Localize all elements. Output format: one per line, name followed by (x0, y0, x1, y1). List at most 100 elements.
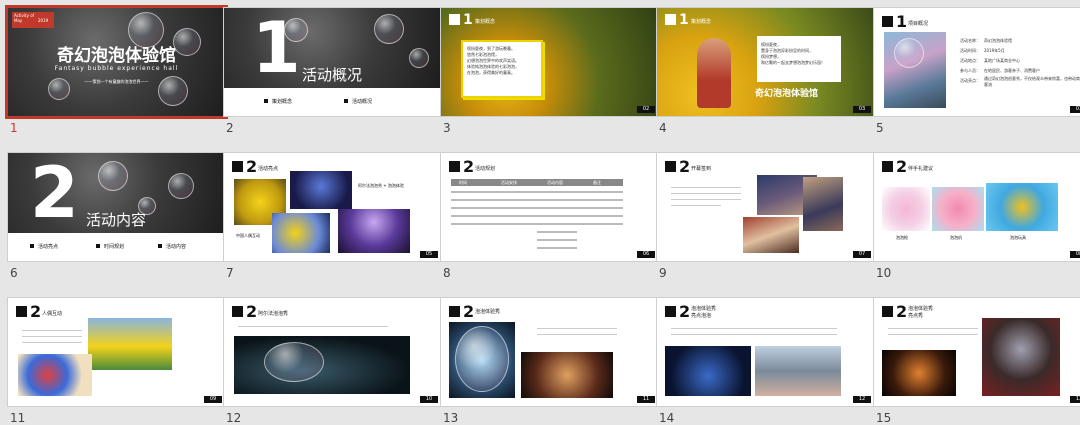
slide-sublabel: 亮点泡泡 (691, 313, 712, 319)
slide-thumbnail-7[interactable]: 2 活动亮点 中国人偶互动 阿尔法泡泡秀 + 泡泡体验 05 7 (224, 153, 441, 291)
text-line: 在泡泡，获得美好的童真。 (467, 70, 515, 75)
photo-caption: 泡泡玩具 (1010, 235, 1026, 240)
field-value: 2019年5月 (984, 48, 1005, 53)
corner-year: 2019 (38, 18, 49, 23)
slide-6-canvas[interactable]: 2 活动内容 活动亮点 时间规划 活动内容 (8, 153, 225, 261)
field-value: 某地广场某商业中心 (984, 58, 1020, 63)
slide-thumbnail-13[interactable]: 2 泡泡体验秀 11 13 (441, 298, 658, 425)
field-label: 参与人员： (960, 68, 980, 73)
slide-11-canvas[interactable]: 2 人偶互动 09 (8, 298, 225, 406)
page-tag: 12 (853, 396, 871, 403)
slide-label: 活动规划 (475, 166, 496, 172)
section-number: 2 (246, 302, 258, 321)
slide-thumbnail-8[interactable]: 2 活动规划 时间 活动安排 活动内容 备注 06 8 (441, 153, 658, 291)
slide-thumbnail-11[interactable]: 2 人偶互动 09 11 (8, 298, 225, 425)
slide-number: 15 (876, 411, 892, 425)
slide-label: 泡泡体验秀 (475, 309, 501, 315)
slide-thumbnail-12[interactable]: 2 阿尔法泡泡秀 10 12 (224, 298, 441, 425)
slide-number: 10 (876, 266, 892, 280)
agenda-item: 策划概念 (272, 99, 293, 105)
section-number: 1 (679, 12, 689, 28)
agenda-item: 活动亮点 (38, 244, 59, 250)
slide-number: 8 (443, 266, 451, 280)
brand-title: 奇幻泡泡体验馆 (755, 89, 819, 99)
slide-thumbnail-14[interactable]: 2 泡泡体验秀 亮点泡泡 12 14 (657, 298, 874, 425)
slide-thumbnail-2[interactable]: 1 活动概况 策划概念 活动概况 2 (224, 8, 441, 146)
section-number: 1 (252, 8, 301, 89)
section-number: 2 (463, 302, 475, 321)
slide-number: 12 (226, 411, 242, 425)
slide-number: 2 (226, 121, 234, 135)
photo-caption: 中国人偶互动 (236, 233, 260, 238)
slide-number: 11 (10, 411, 26, 425)
slide-13-canvas[interactable]: 2 泡泡体验秀 11 (441, 298, 658, 406)
slide-thumbnail-3[interactable]: 1 策划概念 缤纷夏夜，到了游玩晚暮。 悠然七彩泡泡馆， 幻想泡泡世界中的欢声笑… (441, 8, 658, 146)
slide-1-tagline: ——策划一个有童趣的泡泡世界—— (84, 79, 149, 84)
field-label: 活动名称： (960, 38, 980, 43)
field-value: 通过奇幻泡泡创意秀，不仅给观众带来惊喜，也带动商场客流 (984, 76, 1080, 87)
page-tag: 09 (204, 396, 222, 403)
slide-1-canvas[interactable]: Activity of May 2019 奇幻泡泡体验馆 Fantasy bub… (8, 8, 225, 116)
slide-thumbnail-10[interactable]: 2 伴手礼建议 泡泡枪 泡泡机 泡泡玩具 08 10 (874, 153, 1080, 291)
slide-number: 3 (443, 121, 451, 135)
field-label: 活动地点： (960, 58, 980, 63)
section-number: 2 (679, 302, 691, 321)
section-title: 活动内容 (86, 211, 147, 229)
slide-thumbnail-15[interactable]: 2 泡泡体验秀 亮点秀 13 15 (874, 298, 1080, 425)
table-header: 时间 (459, 180, 467, 185)
slide-label: 策划概念 (475, 19, 496, 25)
agenda-item: 时间规划 (104, 244, 125, 250)
slide-label: 项目概况 (908, 21, 929, 27)
slide-number: 4 (659, 121, 667, 135)
slide-7-canvas[interactable]: 2 活动亮点 中国人偶互动 阿尔法泡泡秀 + 泡泡体验 05 (224, 153, 441, 261)
slide-thumbnail-1[interactable]: Activity of May 2019 奇幻泡泡体验馆 Fantasy bub… (8, 8, 225, 146)
slide-4-canvas[interactable]: 1 策划概念 缤纷夏夜， 置身于泡泡异彩纷呈的时间， 缤纷梦想， 和亿颗的一起去… (657, 8, 874, 116)
slide-label: 伴手礼建议 (908, 166, 934, 172)
section-number: 2 (463, 157, 475, 176)
section-title: 活动概况 (302, 66, 363, 84)
section-number: 2 (896, 302, 908, 321)
page-tag: 03 (853, 106, 871, 113)
agenda-item: 活动概况 (352, 99, 373, 105)
slide-9-canvas[interactable]: 2 开幕签到 07 (657, 153, 874, 261)
agenda-item: 活动内容 (166, 244, 187, 250)
section-number: 2 (679, 157, 691, 176)
slide-label: 活动亮点 (258, 166, 279, 172)
slide-label: 人偶互动 (42, 311, 63, 317)
slide-thumbnail-6[interactable]: 2 活动内容 活动亮点 时间规划 活动内容 6 (8, 153, 225, 291)
table-header: 活动安排 (501, 180, 517, 185)
page-tag: 10 (420, 396, 438, 403)
slide-15-canvas[interactable]: 2 泡泡体验秀 亮点秀 13 (874, 298, 1080, 406)
slide-sublabel: 亮点秀 (908, 313, 924, 319)
slide-2-canvas[interactable]: 1 活动概况 策划概念 活动概况 (224, 8, 441, 116)
slide-5-canvas[interactable]: 1 项目概况 活动名称： 活动时间： 活动地点： 参与人员： 活动亮点： 奇幻泡… (874, 8, 1080, 116)
photo-caption: 泡泡枪 (896, 235, 908, 240)
slide-10-canvas[interactable]: 2 伴手礼建议 泡泡枪 泡泡机 泡泡玩具 08 (874, 153, 1080, 261)
slide-3-canvas[interactable]: 1 策划概念 缤纷夏夜，到了游玩晚暮。 悠然七彩泡泡馆， 幻想泡泡世界中的欢声笑… (441, 8, 658, 116)
section-number: 1 (463, 12, 473, 28)
page-tag: 11 (637, 396, 655, 403)
slide-thumbnail-9[interactable]: 2 开幕签到 07 9 (657, 153, 874, 291)
slide-label: 策划概念 (691, 19, 712, 25)
slide-number: 6 (10, 266, 18, 280)
text-line: 和亿颗的一起去梦想泡泡梦幻乐园！ (761, 60, 825, 65)
field-label: 活动时间： (960, 48, 980, 53)
page-tag: 06 (637, 251, 655, 258)
table-header: 备注 (593, 180, 601, 185)
slide-thumbnail-4[interactable]: 1 策划概念 缤纷夏夜， 置身于泡泡异彩纷呈的时间， 缤纷梦想， 和亿颗的一起去… (657, 8, 874, 146)
slide-14-canvas[interactable]: 2 泡泡体验秀 亮点泡泡 12 (657, 298, 874, 406)
slide-thumbnail-5[interactable]: 1 项目概况 活动名称： 活动时间： 活动地点： 参与人员： 活动亮点： 奇幻泡… (874, 8, 1080, 146)
slide-number: 14 (659, 411, 675, 425)
page-tag: 07 (853, 251, 871, 258)
slide-1-title: 奇幻泡泡体验馆 (57, 46, 176, 66)
slide-label: 开幕签到 (691, 166, 712, 172)
slide-8-canvas[interactable]: 2 活动规划 时间 活动安排 活动内容 备注 06 (441, 153, 658, 261)
section-number: 2 (30, 302, 42, 321)
section-number: 1 (896, 12, 908, 31)
page-tag: 08 (1070, 251, 1080, 258)
table-header: 活动内容 (547, 180, 563, 185)
slide-number: 9 (659, 266, 667, 280)
slide-label: 泡泡体验秀 (908, 306, 934, 312)
slide-12-canvas[interactable]: 2 阿尔法泡泡秀 10 (224, 298, 441, 406)
page-tag: 13 (1070, 396, 1080, 403)
